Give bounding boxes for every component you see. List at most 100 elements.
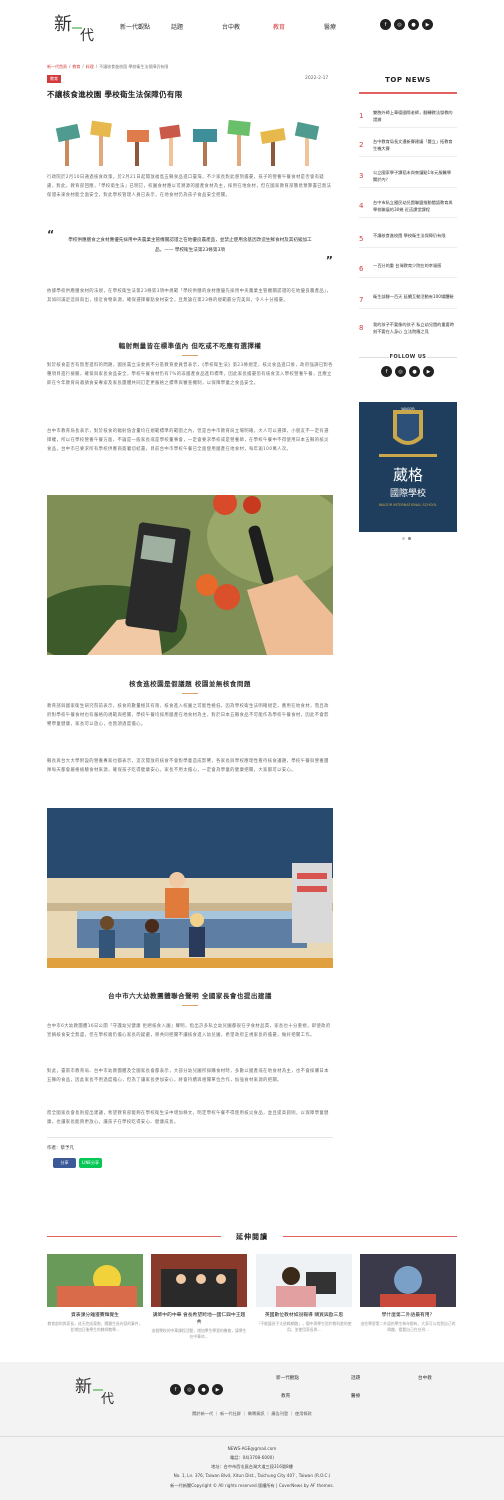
instagram-icon[interactable]: ◎ bbox=[395, 366, 406, 377]
article-paragraph-3: 對於核食是否有無害進料的問題，國民黨立法委員不分區教育委員曾表示，《學校衛生法》… bbox=[47, 363, 333, 386]
nav-item-topics[interactable]: 話題 bbox=[171, 22, 222, 31]
footer-copyright: 新一代新聞Copyright © All rights reserved.版權所… bbox=[170, 1483, 334, 1488]
category-tag[interactable]: 教育 bbox=[47, 75, 61, 83]
youtube-icon[interactable]: ▶ bbox=[423, 366, 434, 377]
article-paragraph-4: 台中市教育局長表示，對於核食的輻射值含量均在規範標準的範圍之內，但是台中市教育局… bbox=[47, 429, 329, 452]
line-icon[interactable]: ● bbox=[409, 366, 420, 377]
ad-school-en-top: WAGOR bbox=[401, 407, 415, 411]
article-paragraph-6: 縣長與台大大學附設的營養專家也都表示，這次開放的核食不會對學童造成影響，各家長與… bbox=[47, 759, 329, 773]
line-icon[interactable]: ● bbox=[198, 1384, 209, 1395]
related-heading: 延伸閱讀 bbox=[0, 1232, 504, 1242]
article-author: 作者：蔡予凡 bbox=[47, 1146, 74, 1151]
school-ad-banner[interactable]: WAGOR 葳格 國際學校 WAGOR INTERNATIONAL SCHOOL bbox=[359, 402, 457, 532]
carousel-dot[interactable] bbox=[408, 537, 411, 540]
article-paragraph-5: 教育部與國家衛生研究院前表示，核食的數量極其有限，核食進入校園之可能性極低，因為… bbox=[47, 704, 329, 727]
sidebar-heading: TOP NEWS bbox=[385, 76, 431, 84]
divider bbox=[47, 1137, 333, 1138]
radiation-meter-photo bbox=[47, 495, 333, 655]
article-paragraph-2: 依據學校供應膳食材的法規，在學校衛生法第23條第3項中規範「學校供膳的食材應優先… bbox=[47, 289, 332, 303]
top-news-item[interactable]: 4 台中市私立國民幼兒園聯盟推動閩語教育與學校聯展的30幾 近這課堂課程 bbox=[359, 200, 457, 218]
quote-text: 學校供應膳食之食材應優先採用中央農業主管機關認證之在地優良農產品，並禁止使用含基… bbox=[68, 238, 312, 253]
facebook-icon[interactable]: f bbox=[381, 366, 392, 377]
instagram-icon[interactable]: ◎ bbox=[394, 19, 405, 30]
sidebar-social: f ◎ ● ▶ bbox=[381, 366, 434, 377]
related-article[interactable]: 資表課分離遷賽輝覺生 教育部的與家長，這天完成東南，關鍵生長內容的事件，並增加日… bbox=[47, 1254, 143, 1333]
footer-social: f ◎ ● ▶ bbox=[170, 1384, 223, 1395]
related-thumbnail bbox=[47, 1254, 143, 1307]
header-social: f ◎ ● ▶ bbox=[380, 19, 433, 30]
related-thumbnail bbox=[151, 1254, 247, 1307]
quote-open-icon: “ bbox=[47, 228, 55, 241]
carousel-dot[interactable] bbox=[402, 537, 405, 540]
follow-us-heading: FOLLOW US bbox=[359, 354, 457, 360]
youtube-icon[interactable]: ▶ bbox=[422, 19, 433, 30]
footer-address-en: No. 1, Ln. 376, Taiwan Blvd, Xitun Dist.… bbox=[173, 1473, 331, 1478]
article-paragraph-8: 對此，臺南市教育局、台中市幼教團體及全國家長會都表示，大部分幼兒園所採購食材時，… bbox=[47, 1069, 329, 1083]
article-quote: “ 學校供應膳食之食材應優先採用中央農業主管機關認證之在地優良農產品，並禁止使用… bbox=[47, 229, 333, 266]
ad-subtitle: 國際學校 bbox=[389, 489, 426, 499]
article-paragraph-9: 而全國家長會長則提出建議，希望教育部能夠在學校衛生法中增加條文，明定學校午餐不得… bbox=[47, 1111, 329, 1125]
breadcrumb-education[interactable]: 教育 bbox=[72, 64, 80, 69]
line-icon[interactable]: ● bbox=[408, 19, 419, 30]
article-date: 2022-2-17 bbox=[305, 76, 329, 81]
ad-carousel-dots bbox=[402, 537, 411, 540]
article-title: 不讓核食進校園 學校衛生法保障仍有限 bbox=[47, 90, 183, 99]
nav-item-viewpoint[interactable]: 新一代觀點 bbox=[120, 22, 171, 31]
top-news-item[interactable]: 5 不讓核食進校園 學校衛生法保障仍有限 bbox=[359, 233, 457, 248]
sidebar-heading-line bbox=[359, 92, 457, 94]
top-news-item[interactable]: 6 一百分的重 台灣教育少院在的幸福感 bbox=[359, 263, 457, 278]
footer-link-medical[interactable]: 醫療 bbox=[351, 1393, 360, 1399]
svg-text:代: 代 bbox=[80, 28, 94, 44]
article-paragraph-1: 行政院於2月10日通過核食政策，於2月21日起開放福島五縣食品進口臺灣，不少家長… bbox=[47, 175, 332, 198]
site-header: 新 代 新一代觀點 話題 台中教 教育 醫療 f ◎ ● ▶ bbox=[0, 0, 504, 52]
breadcrumb-current: 不讓核食進校園 學校衛生法保障仍有限 bbox=[99, 64, 169, 69]
svg-text:代: 代 bbox=[101, 1392, 114, 1406]
nav-item-education[interactable]: 教育 bbox=[273, 22, 324, 31]
lunchbox-illustration bbox=[47, 118, 333, 168]
top-news-item[interactable]: 1 雙胞外師上華德國際老師，翻轉教法發教的證據 bbox=[359, 110, 457, 128]
top-news-item[interactable]: 8 我的孩子不要像的孩子 私立幼兒園的重要時刻不要在人身心 立法院應之見 bbox=[359, 322, 457, 335]
related-thumbnail bbox=[256, 1254, 352, 1307]
ad-title: 葳格 bbox=[392, 466, 423, 484]
svg-text:新: 新 bbox=[75, 1377, 92, 1397]
ad-school-en: WAGOR INTERNATIONAL SCHOOL bbox=[378, 503, 438, 507]
related-article[interactable]: 講師中的中華 會長希望跨地一國仁興中王趨共 這個學校的中華課程活動，增加學生學習… bbox=[151, 1254, 247, 1340]
top-news-item[interactable]: 7 衛生部腳一百天 延續互動活動有100場體驗 bbox=[359, 294, 457, 309]
footer-email[interactable]: NEWS-AGE@gmail.com bbox=[0, 1446, 504, 1451]
footer-link-taichung[interactable]: 台中教 bbox=[418, 1375, 432, 1381]
article-paragraph-7: 台中市6大幼教團體16日公開「守護幼兒健康 拒絕核食入園」聲明，指出許多私立幼兒… bbox=[47, 1024, 331, 1038]
breadcrumb: 新一代首頁 / 教育 / 料理 / 不讓核食進校園 學校衛生法保障仍有限 bbox=[47, 64, 169, 69]
nav-item-taichung[interactable]: 台中教 bbox=[222, 22, 273, 31]
quote-close-icon: ” bbox=[325, 254, 333, 267]
site-footer: 新 代 f ◎ ● ▶ 新一代觀點 話題 台中教 教育 醫療 關於新一代 ｜ 新… bbox=[0, 1362, 504, 1500]
site-logo[interactable]: 新 代 bbox=[52, 8, 102, 44]
instagram-icon[interactable]: ◎ bbox=[184, 1384, 195, 1395]
section-heading-3: 台中市六大幼教團體聯合聲明 全國家長會也提出建議 bbox=[47, 990, 333, 1006]
section-heading-2: 核食進校園是假議題 校園並無核食問題 bbox=[47, 678, 333, 694]
main-nav: 新一代觀點 話題 台中教 教育 醫療 bbox=[120, 22, 375, 31]
breadcrumb-home[interactable]: 新一代首頁 bbox=[47, 64, 67, 69]
breadcrumb-category[interactable]: 料理 bbox=[86, 64, 94, 69]
top-news-item[interactable]: 3 公立國家學子讀稻未與來鐘點1年元服醫學關於內？ bbox=[359, 170, 457, 188]
footer-logo[interactable]: 新 代 bbox=[73, 1372, 123, 1407]
nav-item-medical[interactable]: 醫療 bbox=[324, 22, 375, 31]
related-thumbnail bbox=[360, 1254, 456, 1307]
related-article[interactable]: 學什麼第二外語最有用？ 這些學習第二外語的學生每年都有，大家可以找到自己的興趣，… bbox=[360, 1254, 456, 1333]
footer-link-topics[interactable]: 話題 bbox=[351, 1375, 360, 1381]
youtube-icon[interactable]: ▶ bbox=[212, 1384, 223, 1395]
related-article[interactable]: 英國數位教材如說報導 購買與歐三思 「不能讓孩子太依賴網路」，國中與學生對於教科… bbox=[256, 1254, 352, 1333]
facebook-icon[interactable]: f bbox=[380, 19, 391, 30]
cafeteria-illustration bbox=[47, 808, 333, 968]
footer-divider bbox=[0, 1436, 504, 1437]
footer-phone: 電話：04(3708-6000) bbox=[230, 1455, 274, 1460]
section-heading-1: 輻射劑量皆在標準值內 但吃或不吃應有選擇權 bbox=[47, 340, 333, 356]
top-news-item[interactable]: 2 台中教育局長文遺新賽建議「嬰立」拓教育生機大賽 bbox=[359, 139, 457, 157]
footer-secondary-links[interactable]: 關於新一代 ｜ 新一代社群 ｜ 徵聘資訊 ｜ 廣告刊登 ｜ 使用條款 bbox=[0, 1411, 504, 1417]
facebook-icon[interactable]: f bbox=[170, 1384, 181, 1395]
footer-link-education[interactable]: 教育 bbox=[281, 1393, 290, 1399]
line-share-button[interactable]: LINE分享 bbox=[79, 1158, 102, 1168]
footer-address-zh: 地址：台中市西屯區台灣大道三段316號8樓 bbox=[211, 1464, 293, 1469]
svg-text:新: 新 bbox=[54, 14, 72, 35]
facebook-share-button[interactable]: 分享 bbox=[53, 1158, 76, 1168]
footer-link-viewpoint[interactable]: 新一代觀點 bbox=[276, 1375, 299, 1381]
